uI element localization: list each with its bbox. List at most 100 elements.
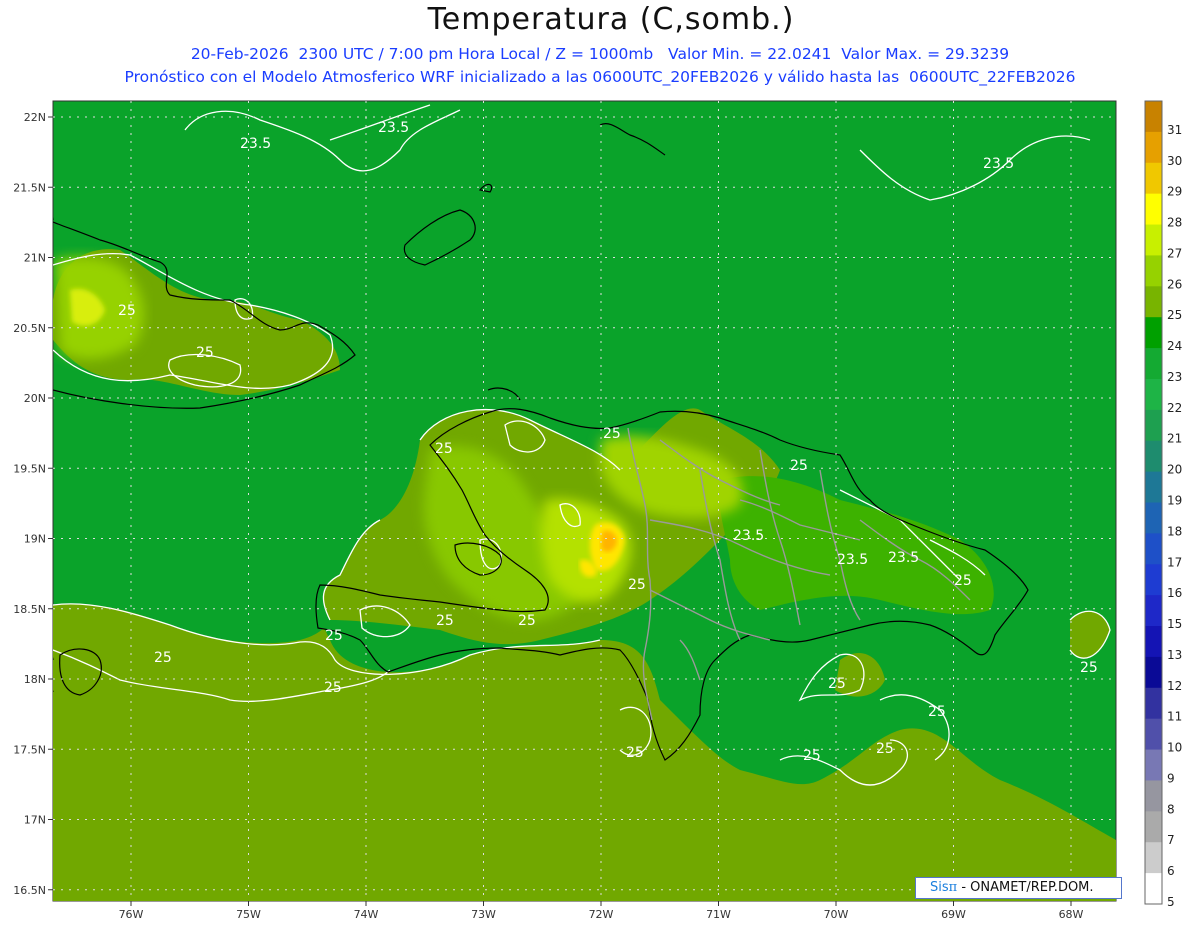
lat-label: 21N: [24, 252, 46, 265]
colorbar-swatch: [1145, 317, 1162, 349]
colorbar-label: 16: [1167, 586, 1182, 600]
colorbar-label: 28: [1167, 216, 1182, 230]
colorbar-label: 23: [1167, 370, 1182, 384]
lon-label: 74W: [354, 908, 379, 921]
lon-label: 72W: [589, 908, 614, 921]
contour-label: 25: [790, 458, 808, 474]
colorbar-label: 29: [1167, 185, 1182, 199]
contour-label: 23.5: [733, 528, 764, 544]
colorbar-label: 5: [1167, 895, 1175, 909]
colorbar-label: 7: [1167, 833, 1175, 847]
colorbar-label: 11: [1167, 710, 1182, 724]
contour-label: 23.5: [888, 550, 919, 566]
colorbar-label: 9: [1167, 771, 1175, 785]
colorbar-swatch: [1145, 471, 1162, 503]
lon-label: 68W: [1059, 908, 1084, 921]
lat-label: 20N: [24, 392, 46, 405]
contour-label: 25: [324, 680, 342, 696]
contour-label: 25: [1080, 660, 1098, 676]
colorbar-swatch: [1145, 595, 1162, 627]
contour-label: 25: [803, 748, 821, 764]
lon-label: 76W: [119, 908, 144, 921]
colorbar-swatch: [1145, 193, 1162, 226]
colorbar-label: 22: [1167, 401, 1182, 415]
contour-label: 25: [954, 573, 972, 589]
colorbar-swatch: [1145, 131, 1162, 164]
temperature-map: 22N 21.5N 21N 20.5N 20N 19.5N 19N 18.5N 18N 17.5N…: [13, 100, 1182, 921]
contour-label: 23.5: [837, 552, 868, 568]
contour-label: 25: [325, 628, 343, 644]
colorbar-label: 12: [1167, 679, 1182, 693]
lat-label: 21.5N: [13, 181, 46, 194]
colorbar-swatch: [1145, 101, 1162, 133]
colorbar-swatch: [1145, 224, 1162, 256]
lon-label: 70W: [824, 908, 849, 921]
colorbar-swatch: [1145, 440, 1162, 473]
contour-label: 25: [435, 441, 453, 457]
colorbar-label: 17: [1167, 555, 1182, 569]
lat-label: 18.5N: [13, 603, 46, 616]
contour-label: 23.5: [378, 120, 409, 136]
contour-label: 25: [196, 345, 214, 361]
lon-label: 69W: [941, 908, 966, 921]
contour-label: 25: [876, 741, 894, 757]
contour-label: 25: [436, 613, 454, 629]
colorbar-label: 30: [1167, 154, 1182, 168]
lon-label: 71W: [706, 908, 731, 921]
contour-label: 25: [628, 577, 646, 593]
colorbar-swatch: [1145, 780, 1162, 812]
credit-text: - ONAMET/REP.DOM.: [957, 880, 1094, 895]
contour-label: 25: [154, 650, 172, 666]
colorbar-swatch: [1145, 255, 1162, 287]
colorbar-label: 18: [1167, 524, 1182, 538]
colorbar-swatch: [1145, 749, 1162, 781]
colorbar-swatch: [1145, 502, 1162, 534]
credit-pi: π: [948, 880, 958, 895]
lon-label: 75W: [236, 908, 261, 921]
credit-box: Sisπ - ONAMET/REP.DOM.: [915, 877, 1122, 899]
colorbar-swatch: [1145, 348, 1162, 380]
lat-label: 22N: [24, 111, 46, 124]
contour-label: 23.5: [240, 136, 271, 152]
lat-label: 17.5N: [13, 743, 46, 756]
colorbar-label: 26: [1167, 277, 1182, 291]
contour-label: 23.5: [983, 156, 1014, 172]
colorbar-label: 10: [1167, 741, 1182, 755]
colorbar: 31 30 29 28 27 26 25 24 23 22 21 20 19 18 17 16 15 13 12 11…: [1144, 100, 1182, 909]
colorbar-label: 8: [1167, 802, 1175, 816]
colorbar-label: 21: [1167, 432, 1182, 446]
lat-label: 17N: [24, 814, 46, 827]
colorbar-swatch: [1145, 626, 1162, 658]
contour-label: 25: [828, 676, 846, 692]
colorbar-swatch: [1145, 842, 1162, 874]
colorbar-swatch: [1145, 533, 1162, 565]
colorbar-label: 31: [1167, 123, 1182, 137]
contour-label: 25: [626, 745, 644, 761]
lat-label: 18N: [24, 673, 46, 686]
contour-label: 25: [928, 704, 946, 720]
contour-label: 25: [118, 303, 136, 319]
colorbar-swatch: [1145, 162, 1162, 195]
colorbar-swatch: [1145, 286, 1162, 318]
colorbar-label: 13: [1167, 648, 1182, 662]
colorbar-label: 24: [1167, 339, 1182, 353]
contour-label: 25: [603, 426, 621, 442]
colorbar-swatch: [1145, 409, 1162, 442]
lon-label: 73W: [471, 908, 496, 921]
colorbar-label: 25: [1167, 308, 1182, 322]
colorbar-label: 27: [1167, 246, 1182, 260]
contour-label: 25: [518, 613, 536, 629]
colorbar-label: 19: [1167, 494, 1182, 508]
colorbar-swatch: [1145, 564, 1162, 596]
colorbar-swatch: [1145, 718, 1162, 751]
colorbar-swatch: [1145, 873, 1162, 905]
credit-brand: Sis: [930, 880, 949, 895]
colorbar-label: 15: [1167, 617, 1182, 631]
colorbar-label: 20: [1167, 463, 1182, 477]
lat-label: 20.5N: [13, 322, 46, 335]
colorbar-swatch: [1145, 656, 1162, 689]
colorbar-swatch: [1145, 378, 1162, 411]
lat-label: 19N: [24, 533, 46, 546]
colorbar-swatch: [1145, 687, 1162, 720]
colorbar-swatch: [1145, 811, 1162, 843]
